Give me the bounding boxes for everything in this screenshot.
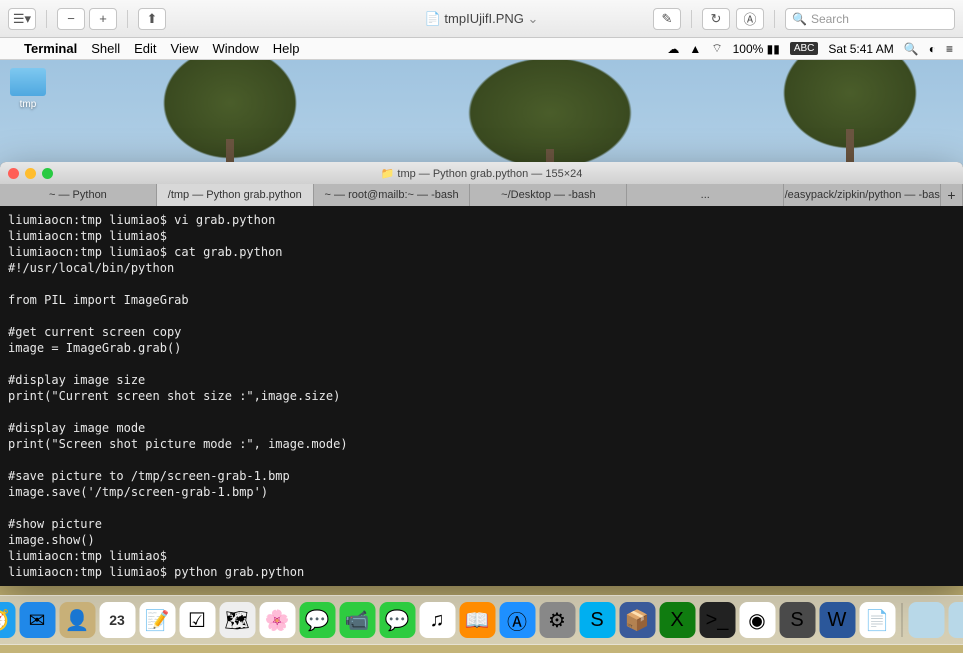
close-button[interactable] bbox=[8, 168, 19, 179]
dock-terminal-icon[interactable]: >_ bbox=[699, 602, 735, 638]
dock-preferences-icon[interactable]: ⚙ bbox=[539, 602, 575, 638]
dock-messages-icon[interactable]: 💬 bbox=[299, 602, 335, 638]
dock: ☺◉🚀🧭✉👤23📝☑🗺🌸💬📹💬♫📖Ⓐ⚙S📦X>_◉SW📄⬇🖥🗑 bbox=[0, 595, 963, 645]
dock-skype-icon[interactable]: S bbox=[579, 602, 615, 638]
terminal-tab[interactable]: ... bbox=[627, 184, 784, 206]
search-input[interactable]: 🔍 Search bbox=[785, 8, 955, 30]
dock-mail-icon[interactable]: ✉ bbox=[19, 602, 55, 638]
zoom-button[interactable] bbox=[42, 168, 53, 179]
dock-itunes-icon[interactable]: ♫ bbox=[419, 602, 455, 638]
menu-view[interactable]: View bbox=[171, 41, 199, 56]
new-tab-button[interactable]: + bbox=[941, 184, 963, 206]
terminal-titlebar[interactable]: 📁 tmp — Python grab.python — 155×24 bbox=[0, 162, 963, 184]
desktop[interactable]: tmp 📁 tmp — Python grab.python — 155×24 … bbox=[0, 60, 963, 653]
cloud-icon[interactable]: ☁ bbox=[667, 42, 679, 56]
dock-excel-icon[interactable]: X bbox=[659, 602, 695, 638]
menu-window[interactable]: Window bbox=[213, 41, 259, 56]
terminal-window: 📁 tmp — Python grab.python — 155×24 ~ — … bbox=[0, 162, 963, 586]
dock-facetime-icon[interactable]: 📹 bbox=[339, 602, 375, 638]
annotate-button[interactable]: ✎ bbox=[653, 8, 681, 30]
screenshot-canvas: Terminal Shell Edit View Window Help ☁ ▲… bbox=[0, 38, 963, 653]
input-source[interactable]: ABC bbox=[790, 42, 819, 55]
minimize-button[interactable] bbox=[25, 168, 36, 179]
wifi-icon[interactable]: ⌔ bbox=[711, 41, 722, 56]
dock-safari-icon[interactable]: 🧭 bbox=[0, 602, 15, 638]
dock-notes-icon[interactable]: 📝 bbox=[139, 602, 175, 638]
spotlight-icon[interactable]: 🔍 bbox=[904, 42, 919, 56]
dock-wechat-icon[interactable]: 💬 bbox=[379, 602, 415, 638]
dock-reminders-icon[interactable]: ☑ bbox=[179, 602, 215, 638]
clock[interactable]: Sat 5:41 AM bbox=[828, 42, 893, 56]
dock-textedit-icon[interactable]: 📄 bbox=[859, 602, 895, 638]
dock-photos-icon[interactable]: 🌸 bbox=[259, 602, 295, 638]
terminal-tabs: ~ — Python/tmp — Python grab.python~ — r… bbox=[0, 184, 963, 206]
terminal-tab[interactable]: ~ — root@mailb:~ — -bash bbox=[314, 184, 471, 206]
menu-edit[interactable]: Edit bbox=[134, 41, 156, 56]
dock-desktop2-icon[interactable] bbox=[948, 602, 963, 638]
dock-chrome-icon[interactable]: ◉ bbox=[739, 602, 775, 638]
terminal-tab[interactable]: ~/easypack/zipkin/python — -bash bbox=[784, 184, 941, 206]
terminal-body[interactable]: liumiaocn:tmp liumiao$ vi grab.python li… bbox=[0, 206, 963, 586]
zoom-out-button[interactable]: − bbox=[57, 8, 85, 30]
terminal-tab[interactable]: /tmp — Python grab.python bbox=[157, 184, 314, 206]
desktop-folder-tmp[interactable]: tmp bbox=[8, 68, 48, 110]
dock-contacts-icon[interactable]: 👤 bbox=[59, 602, 95, 638]
app-name[interactable]: Terminal bbox=[24, 41, 77, 56]
dock-virtualbox-icon[interactable]: 📦 bbox=[619, 602, 655, 638]
sidebar-toggle-button[interactable]: ☰▾ bbox=[8, 8, 36, 30]
notification-icon[interactable]: ≡ bbox=[946, 42, 953, 56]
rotate-button[interactable]: ↻ bbox=[702, 8, 730, 30]
dock-appstore-icon[interactable]: Ⓐ bbox=[499, 602, 535, 638]
markup-button[interactable]: Ⓐ bbox=[736, 8, 764, 30]
dock-desktop1-icon[interactable] bbox=[908, 602, 944, 638]
airplay-icon[interactable]: ▲ bbox=[689, 42, 701, 56]
terminal-tab[interactable]: ~ — Python bbox=[0, 184, 157, 206]
terminal-tab[interactable]: ~/Desktop — -bash bbox=[470, 184, 627, 206]
menu-help[interactable]: Help bbox=[273, 41, 300, 56]
folder-icon bbox=[10, 68, 46, 96]
dock-separator bbox=[901, 603, 902, 637]
dock-maps-icon[interactable]: 🗺 bbox=[219, 602, 255, 638]
menu-shell[interactable]: Shell bbox=[91, 41, 120, 56]
dock-calendar-icon[interactable]: 23 bbox=[99, 602, 135, 638]
share-button[interactable]: ⬆ bbox=[138, 8, 166, 30]
folder-label: tmp bbox=[8, 99, 48, 110]
dock-ibooks-icon[interactable]: 📖 bbox=[459, 602, 495, 638]
terminal-title: 📁 tmp — Python grab.python — 155×24 bbox=[0, 167, 963, 180]
zoom-in-button[interactable]: + bbox=[89, 8, 117, 30]
user-icon[interactable]: ◐ bbox=[929, 42, 936, 56]
dock-word-icon[interactable]: W bbox=[819, 602, 855, 638]
dock-sublime-icon[interactable]: S bbox=[779, 602, 815, 638]
macos-menubar: Terminal Shell Edit View Window Help ☁ ▲… bbox=[0, 38, 963, 60]
battery-status[interactable]: 100% ▮▮ bbox=[733, 42, 780, 56]
preview-toolbar: ☰▾ − + ⬆ 📄 tmpIUjifI.PNG ⌄ ✎ ↻ Ⓐ 🔍 Searc… bbox=[0, 0, 963, 38]
